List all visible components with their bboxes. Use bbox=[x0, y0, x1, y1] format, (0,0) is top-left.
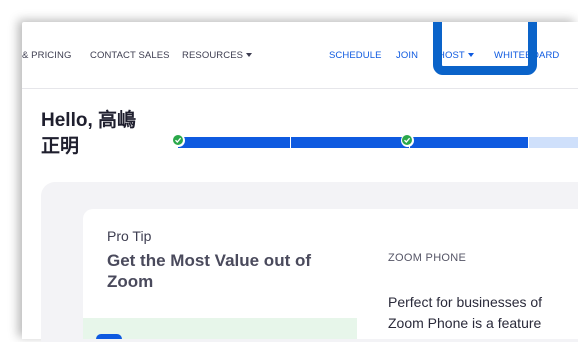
onboarding-progress-bar bbox=[172, 134, 578, 150]
nav-divider bbox=[22, 88, 578, 89]
zoom-phone-description: Perfect for businesses of Zoom Phone is … bbox=[388, 292, 578, 334]
nav-join-link[interactable]: JOIN bbox=[396, 50, 418, 62]
zoom-phone-line-2: Zoom Phone is a feature bbox=[388, 315, 542, 331]
pro-tip-highlight-strip bbox=[83, 318, 357, 339]
progress-segment-2 bbox=[291, 137, 409, 148]
progress-check-icon bbox=[401, 134, 414, 147]
nav-schedule-link[interactable]: SCHEDULE bbox=[329, 50, 382, 62]
greeting-heading: Hello, 高嶋 正明 bbox=[41, 108, 171, 160]
chevron-down-icon bbox=[246, 53, 253, 58]
progress-segment-3 bbox=[410, 137, 528, 148]
pro-tip-label: Pro Tip bbox=[107, 228, 152, 244]
step-number-icon bbox=[96, 334, 122, 339]
nav-resources-label: RESOURCES bbox=[182, 50, 244, 61]
greeting-line-2: 正明 bbox=[41, 136, 80, 157]
zoom-phone-line-1: Perfect for businesses of bbox=[388, 294, 543, 310]
greeting-line-1: Hello, 高嶋 bbox=[41, 110, 137, 131]
zoom-phone-heading: ZOOM PHONE bbox=[388, 252, 467, 264]
progress-segment-1 bbox=[178, 137, 290, 148]
pro-tip-title: Get the Most Value out of Zoom bbox=[107, 251, 312, 291]
progress-segment-4 bbox=[529, 137, 578, 148]
host-highlight-box bbox=[433, 22, 537, 75]
nav-contact-sales-link[interactable]: CONTACT SALES bbox=[90, 50, 170, 62]
nav-resources-menu[interactable]: RESOURCES bbox=[182, 50, 253, 62]
nav-plans-pricing-link[interactable]: & PRICING bbox=[22, 50, 71, 62]
progress-check-icon bbox=[172, 134, 185, 147]
